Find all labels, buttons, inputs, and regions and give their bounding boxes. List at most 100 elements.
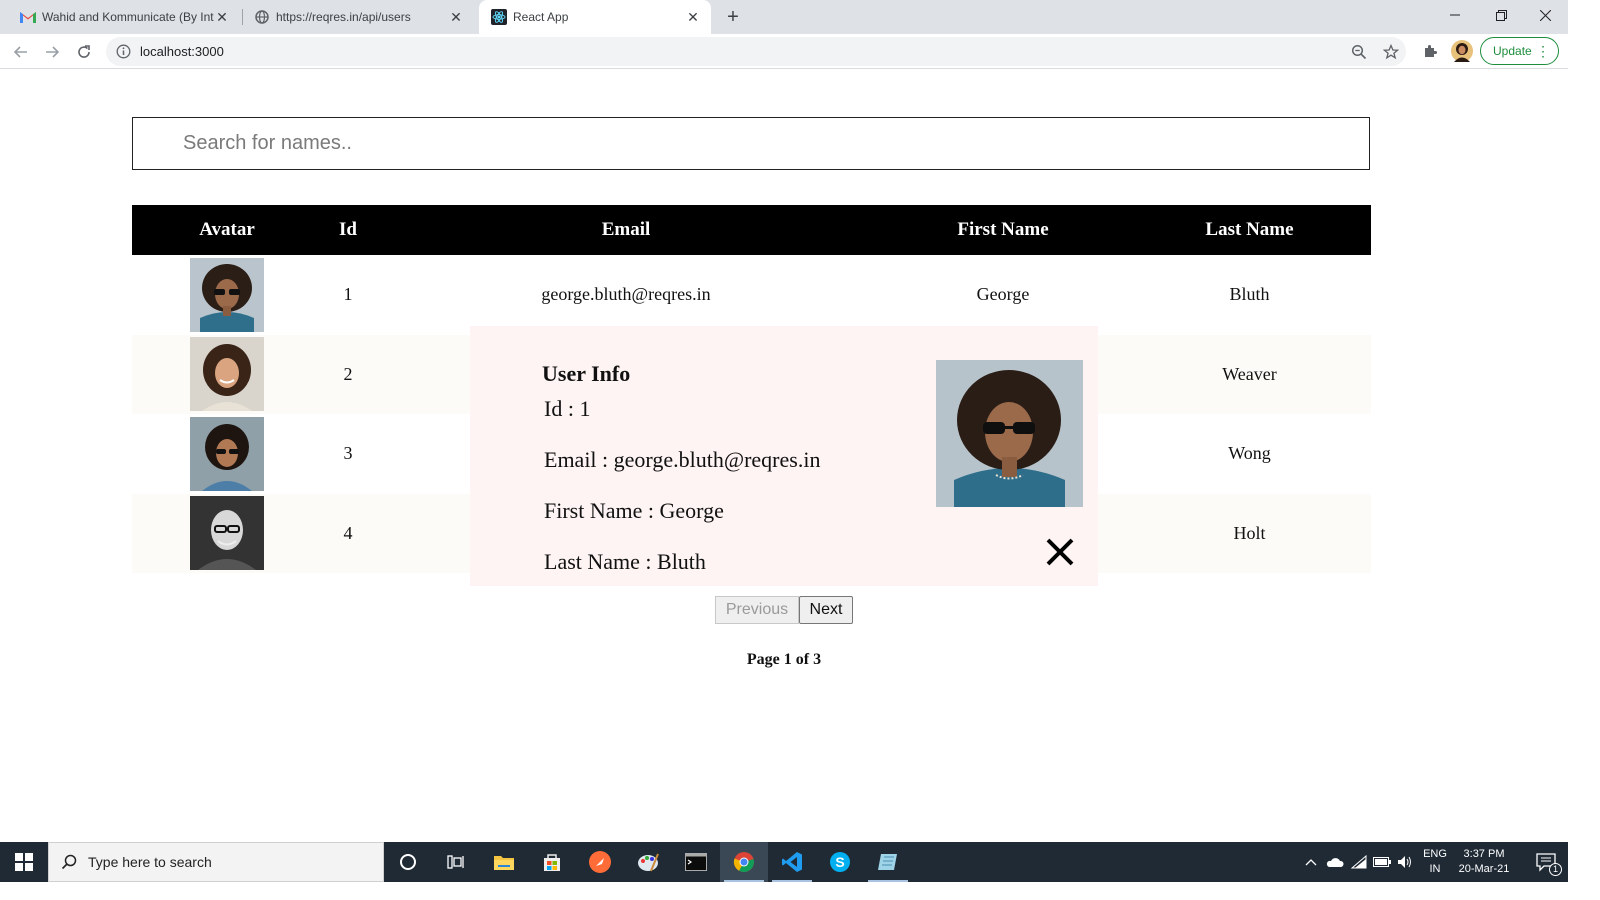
cell-last-name: Weaver bbox=[1222, 363, 1277, 384]
volume-icon[interactable] bbox=[1396, 853, 1414, 871]
chrome-icon[interactable] bbox=[720, 842, 768, 882]
clock-time: 3:37 PM bbox=[1463, 848, 1505, 860]
windows-start-icon[interactable] bbox=[0, 842, 48, 882]
task-view-icon[interactable] bbox=[432, 842, 480, 882]
cell-first-name: George bbox=[976, 284, 1030, 305]
tab-title: Wahid and Kommunicate (By Inte bbox=[42, 10, 214, 24]
header-last-name[interactable]: Last Name bbox=[1128, 205, 1371, 255]
clock[interactable]: 3:37 PM 20-Mar-21 bbox=[1452, 847, 1516, 877]
tab-title: React App bbox=[513, 10, 569, 24]
cell-last-name: Bluth bbox=[1229, 284, 1270, 305]
avatar[interactable] bbox=[190, 496, 264, 571]
search-icon bbox=[61, 854, 77, 870]
cortana-icon[interactable] bbox=[384, 842, 432, 882]
star-icon[interactable] bbox=[1382, 43, 1400, 61]
close-icon[interactable]: ✕ bbox=[448, 9, 464, 25]
skype-icon[interactable]: S bbox=[816, 842, 864, 882]
avatar-cell bbox=[132, 414, 322, 494]
header-avatar[interactable]: Avatar bbox=[132, 205, 322, 255]
table-row[interactable]: 1 george.bluth@reqres.in George Bluth bbox=[132, 255, 1371, 335]
table-header-row: Avatar Id Email First Name Last Name bbox=[132, 205, 1371, 255]
avatar[interactable] bbox=[190, 337, 264, 412]
postman-icon[interactable] bbox=[576, 842, 624, 882]
restore-icon[interactable] bbox=[1478, 0, 1524, 30]
notification-icon[interactable]: 1 bbox=[1524, 842, 1568, 882]
close-icon[interactable]: ✕ bbox=[214, 9, 230, 25]
wifi-icon[interactable] bbox=[1350, 853, 1368, 871]
notes-app-icon[interactable] bbox=[864, 842, 912, 882]
address-bar[interactable]: localhost:3000 bbox=[106, 37, 1406, 66]
onedrive-icon[interactable] bbox=[1326, 853, 1344, 871]
cell-id: 3 bbox=[343, 443, 353, 464]
language-code: ENG bbox=[1423, 848, 1447, 860]
notification-count: 1 bbox=[1549, 863, 1562, 876]
minimize-icon[interactable] bbox=[1432, 0, 1478, 30]
active-indicator bbox=[724, 880, 764, 882]
close-icon[interactable] bbox=[1044, 536, 1076, 568]
cell-id: 4 bbox=[343, 522, 353, 543]
taskbar-search-placeholder: Type here to search bbox=[88, 854, 212, 870]
forward-arrow-icon[interactable] bbox=[39, 39, 65, 65]
update-button[interactable]: Update ⋮ bbox=[1480, 37, 1559, 65]
taskbar-search-box[interactable]: Type here to search bbox=[48, 842, 384, 882]
region-code: IN bbox=[1429, 863, 1441, 875]
new-tab-button[interactable]: + bbox=[721, 6, 745, 28]
profile-avatar[interactable] bbox=[1451, 40, 1473, 62]
modal-first-name: First Name : George bbox=[544, 498, 724, 523]
vscode-icon[interactable] bbox=[768, 842, 816, 882]
header-email[interactable]: Email bbox=[374, 205, 878, 255]
store-icon[interactable] bbox=[528, 842, 576, 882]
paint-icon[interactable] bbox=[624, 842, 672, 882]
tab-reqres[interactable]: https://reqres.in/api/users ✕ bbox=[242, 0, 474, 34]
reload-icon[interactable] bbox=[71, 39, 97, 65]
svg-text:S: S bbox=[835, 854, 844, 870]
language-indicator[interactable]: ENG IN bbox=[1420, 847, 1450, 877]
modal-email: Email : george.bluth@reqres.in bbox=[544, 447, 821, 472]
user-info-modal: User Info Id : 1 Email : george.bluth@re… bbox=[470, 326, 1098, 586]
page-indicator: Page 1 of 3 bbox=[746, 651, 822, 668]
terminal-icon[interactable] bbox=[672, 842, 720, 882]
tab-gmail[interactable]: Wahid and Kommunicate (By Inte ✕ bbox=[8, 0, 240, 34]
tab-react-app[interactable]: React App ✕ bbox=[479, 0, 711, 34]
clock-date: 20-Mar-21 bbox=[1458, 863, 1510, 875]
extensions-icon[interactable] bbox=[1421, 42, 1439, 60]
cell-last-name: Wong bbox=[1228, 443, 1271, 464]
update-label: Update bbox=[1493, 44, 1532, 58]
cell-email: george.bluth@reqres.in bbox=[541, 284, 711, 305]
file-explorer-icon[interactable] bbox=[480, 842, 528, 882]
header-first-name[interactable]: First Name bbox=[878, 205, 1128, 255]
cell-last-name: Holt bbox=[1233, 522, 1266, 543]
tab-title: https://reqres.in/api/users bbox=[276, 10, 411, 24]
zoom-icon[interactable] bbox=[1350, 43, 1368, 61]
next-button[interactable]: Next bbox=[799, 596, 853, 624]
info-icon[interactable] bbox=[116, 44, 131, 59]
header-id[interactable]: Id bbox=[322, 205, 374, 255]
modal-title: User Info bbox=[542, 361, 631, 386]
chevron-up-icon[interactable] bbox=[1302, 853, 1320, 871]
avatar[interactable] bbox=[190, 257, 264, 332]
browser-toolbar: localhost:3000 Update ⋮ bbox=[0, 34, 1568, 69]
avatar-cell bbox=[132, 335, 322, 415]
battery-icon[interactable] bbox=[1373, 853, 1391, 871]
search-input[interactable] bbox=[132, 117, 1370, 170]
avatar[interactable] bbox=[190, 416, 264, 491]
modal-id: Id : 1 bbox=[544, 396, 591, 421]
cell-id: 2 bbox=[343, 363, 353, 384]
back-arrow-icon[interactable] bbox=[8, 39, 34, 65]
active-indicator bbox=[868, 880, 908, 882]
gmail-icon bbox=[20, 9, 36, 25]
active-indicator bbox=[772, 880, 812, 882]
avatar-cell bbox=[132, 255, 322, 335]
avatar-cell bbox=[132, 494, 322, 574]
browser-tab-bar: Wahid and Kommunicate (By Inte ✕ https:/… bbox=[0, 0, 1568, 34]
taskbar: Type here to search S ENG IN 3:37 PM 20-… bbox=[0, 842, 1568, 882]
url-text: localhost:3000 bbox=[140, 44, 224, 59]
close-icon[interactable]: ✕ bbox=[685, 9, 701, 25]
menu-dots-icon[interactable]: ⋮ bbox=[1536, 42, 1550, 60]
previous-button[interactable]: Previous bbox=[715, 596, 799, 624]
react-icon bbox=[491, 9, 507, 25]
globe-icon bbox=[254, 9, 270, 25]
window-close-icon[interactable] bbox=[1522, 0, 1568, 30]
cell-id: 1 bbox=[343, 284, 353, 305]
modal-last-name: Last Name : Bluth bbox=[544, 549, 706, 574]
